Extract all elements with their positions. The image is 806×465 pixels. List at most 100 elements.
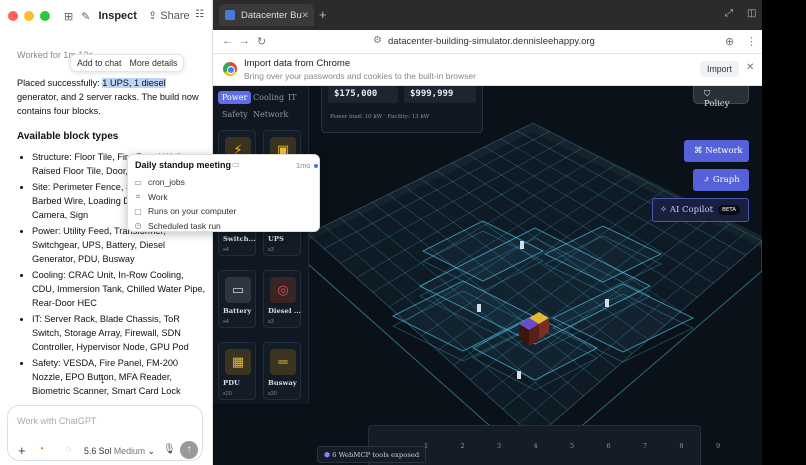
folder-icon: ▭ xyxy=(134,177,142,187)
ai-copilot-button[interactable]: ✧ AI Copilot BETA xyxy=(652,198,749,222)
dismiss-import-icon[interactable]: ✕ xyxy=(746,62,754,73)
popup-row[interactable]: ▭ cron_jobs xyxy=(134,177,185,187)
selected-text: 1 UPS, 1 diesel xyxy=(102,78,166,88)
palette-tile[interactable]: ◎ Diesel ... x3 xyxy=(263,270,301,328)
popup-row-label: Scheduled task run xyxy=(148,220,221,231)
tab-strip: Datacenter Bu ✕ + ⤢ ◫ xyxy=(213,0,762,30)
tile-name: Diesel ... xyxy=(268,307,301,315)
forward-button[interactable]: → xyxy=(239,35,250,47)
copilot-label: AI Copilot xyxy=(669,205,714,215)
placed-before: Placed successfully: xyxy=(17,78,103,88)
plug-icon: ⬢ xyxy=(324,450,330,459)
send-button[interactable]: ↑ xyxy=(180,441,198,459)
palette-tile[interactable]: ═ Busway x30 xyxy=(263,342,301,400)
timeline-slot[interactable]: 3 xyxy=(497,442,501,450)
timeline-slot[interactable]: 8 xyxy=(680,442,684,450)
category-tab-power[interactable]: Power xyxy=(218,91,252,104)
new-tab-button[interactable]: + xyxy=(319,7,327,22)
clock-icon: ◷ xyxy=(134,221,142,230)
popup-row[interactable]: ◷ Scheduled task run xyxy=(134,221,221,231)
zoom-window-button[interactable] xyxy=(40,11,50,21)
block-icon: ▭ xyxy=(225,277,251,303)
url-field[interactable]: datacenter-building-simulator.dennisleeh… xyxy=(388,36,595,47)
plus-icon[interactable]: + xyxy=(18,443,26,458)
work-icon: ⌗ xyxy=(135,191,141,201)
tile-count: x4 xyxy=(223,247,229,253)
menu-icon[interactable]: ⋮ xyxy=(746,35,757,48)
timeline-slot[interactable]: 2 xyxy=(461,442,465,450)
blocks-heading: Available block types xyxy=(17,131,119,142)
chrome-logo-icon xyxy=(223,62,237,76)
new-chat-icon[interactable]: ✎ xyxy=(81,10,90,23)
marker-pin-icon xyxy=(477,304,481,312)
popup-row[interactable]: ▢ Runs on your computer xyxy=(134,206,236,216)
add-to-chat-button[interactable]: Add to chat xyxy=(77,58,122,68)
popup-age: 1mo xyxy=(296,161,311,170)
address-bar: ← → ↻ ⚙ datacenter-building-simulator.de… xyxy=(213,30,762,54)
simulator-viewport[interactable]: Power Cooling IT Safety Network ⚡ ▣ ◫Swi… xyxy=(213,86,762,465)
favicon-icon xyxy=(225,10,235,20)
import-button[interactable]: Import xyxy=(700,61,739,77)
effort-label: Medium xyxy=(113,446,146,456)
beta-badge: BETA xyxy=(718,205,741,215)
chat-titlebar: ⊞ ✎ Inspect ⇪ Share ☷ xyxy=(0,0,212,32)
add-icon[interactable]: ⊕ xyxy=(725,35,734,48)
minimize-window-button[interactable] xyxy=(24,11,34,21)
tile-count: x3 xyxy=(268,319,274,325)
panel-settings-icon[interactable]: ☷ xyxy=(195,9,204,20)
more-details-button[interactable]: More details xyxy=(130,58,178,68)
network-button[interactable]: ⌘ Network xyxy=(684,140,749,162)
composer[interactable]: Work with ChatGPT + ◔ ◌ 5.6 Sol Medium ⌄… xyxy=(7,405,203,461)
tab-title: Datacenter Bu xyxy=(241,9,302,21)
shield-icon: ⛉ xyxy=(704,89,711,99)
window-title: Inspect xyxy=(98,10,137,22)
marker-pin-icon xyxy=(517,371,521,379)
close-tab-icon[interactable]: ✕ xyxy=(301,10,309,21)
timeline-slot[interactable]: 9 xyxy=(716,442,720,450)
category-tab-cooling[interactable]: Cooling xyxy=(253,93,284,102)
policy-button[interactable]: ⛉ Policy xyxy=(693,86,749,109)
reload-button[interactable]: ↻ xyxy=(257,35,266,48)
palette-tile[interactable]: ▭ Battery x4 xyxy=(218,270,256,328)
timeline-slot[interactable]: 6 xyxy=(607,442,611,450)
document-icon: ▭ xyxy=(232,160,240,169)
timeline-slot[interactable]: 4 xyxy=(534,442,538,450)
marker-pin-icon xyxy=(605,299,609,307)
chat-panel: ⊞ ✎ Inspect ⇪ Share ☷ Worked for 1m 12s … xyxy=(0,0,213,465)
timeline-slot[interactable]: 5 xyxy=(570,442,574,450)
block-icon: ▦ xyxy=(225,349,251,375)
power-load-note: Power load: 10 kW · Facility: 13 kW xyxy=(330,114,430,120)
tab-datacenter[interactable]: Datacenter Bu ✕ xyxy=(219,4,314,26)
category-tab-it[interactable]: IT xyxy=(288,93,297,102)
sidebar-toggle-icon[interactable]: ⊞ xyxy=(64,10,73,23)
back-button[interactable]: ← xyxy=(222,35,233,47)
palette-tile[interactable]: ▦ PDU x20 xyxy=(218,342,256,400)
close-window-button[interactable] xyxy=(8,11,18,21)
tile-count: x30 xyxy=(268,391,277,397)
popup-row[interactable]: ⌗ Work xyxy=(134,192,168,202)
popup-title: Daily standup meeting xyxy=(135,160,232,170)
tile-name: Battery xyxy=(223,307,252,315)
expand-icon[interactable]: ⤢ xyxy=(725,8,733,19)
site-info-icon[interactable]: ⚙ xyxy=(373,35,382,46)
model-selector[interactable]: 5.6 Sol Medium ⌄ xyxy=(84,446,155,457)
tile-count: x3 xyxy=(268,247,274,253)
mic-icon[interactable]: 🎙 xyxy=(163,444,176,455)
category-tab-safety[interactable]: Safety xyxy=(222,110,248,119)
composer-input[interactable]: Work with ChatGPT xyxy=(17,416,96,426)
import-subtitle: Bring over your passwords and cookies to… xyxy=(244,71,476,81)
tile-name: UPS xyxy=(268,235,284,243)
tile-name: PDU xyxy=(223,379,240,387)
standup-popup[interactable]: Daily standup meeting ▭ 1mo ▭ cron_jobs ⌗ W… xyxy=(127,154,320,232)
split-view-icon[interactable]: ◫ xyxy=(747,8,756,19)
budget-panel: $175,000 $999,999 Power load: 10 kW · Fa… xyxy=(321,86,483,133)
share-button[interactable]: ⇪ Share xyxy=(148,9,190,22)
clock-icon[interactable]: ◔ xyxy=(38,444,44,455)
graph-button[interactable]: ⤴ Graph xyxy=(693,169,749,191)
category-tab-network[interactable]: Network xyxy=(253,110,288,119)
scroll-down-icon[interactable]: ↓ xyxy=(100,374,106,386)
selection-toolbar: Add to chat More details xyxy=(70,54,185,72)
timeline-slot[interactable]: 7 xyxy=(643,442,647,450)
graph-label: Graph xyxy=(712,175,740,185)
webmcp-label: 6 WebMCP tools exposed xyxy=(332,450,420,459)
